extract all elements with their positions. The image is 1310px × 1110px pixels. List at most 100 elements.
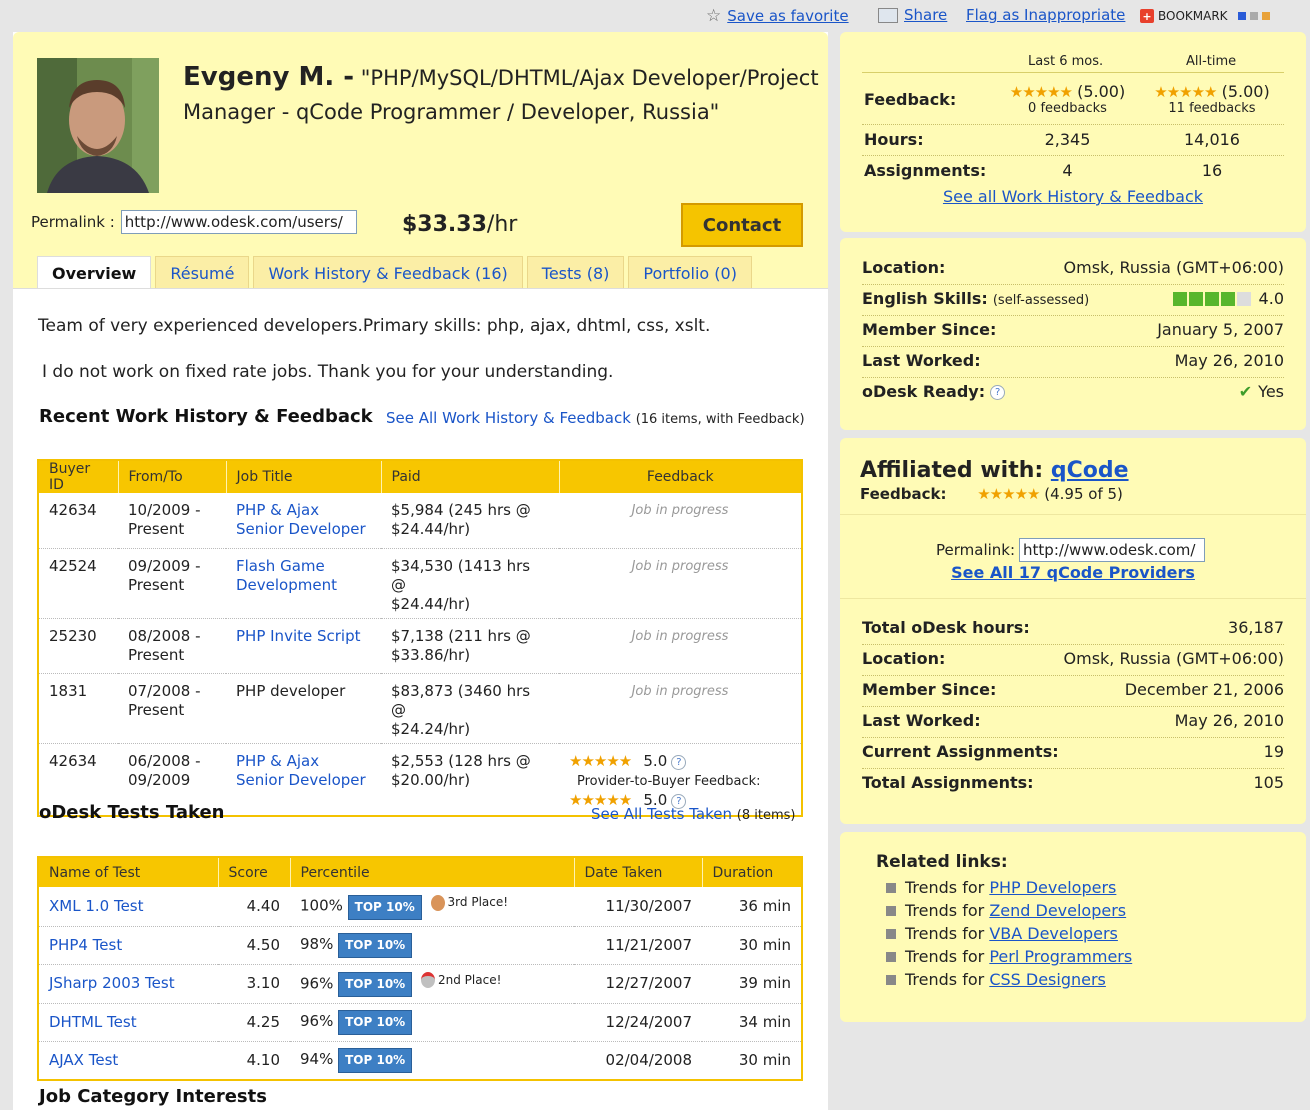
see-all-tests-link[interactable]: See All Tests Taken: [591, 805, 732, 823]
date-to: Present: [128, 700, 185, 719]
paid-rate: $24.24/hr): [391, 719, 471, 738]
share-label[interactable]: Share: [904, 6, 947, 24]
list-item: Trends for Zend Developers: [886, 899, 1132, 922]
assignments-last6: 4: [1062, 161, 1073, 180]
buyer-id: 42634: [38, 493, 118, 549]
bookmark-icon: +: [1140, 9, 1154, 23]
test-name-link[interactable]: PHP4 Test: [49, 936, 122, 954]
feedback-label: Feedback:: [864, 90, 957, 109]
table-row: 25230 08/2008 - Present PHP Invite Script…: [38, 618, 802, 674]
digg-icon[interactable]: [1249, 12, 1258, 20]
test-name-link[interactable]: DHTML Test: [49, 1013, 137, 1031]
test-name-link[interactable]: XML 1.0 Test: [49, 897, 144, 915]
bookmark-widget[interactable]: + BOOKMARK: [1140, 6, 1270, 26]
see-all-providers-link[interactable]: See All 17 qCode Providers: [951, 563, 1195, 582]
star-rating-icon: ★★★★★: [977, 485, 1040, 503]
col-alltime: All-time: [1186, 54, 1237, 69]
date-to: Present: [128, 575, 185, 594]
test-duration: 39 min: [702, 964, 802, 1004]
delicious-icon[interactable]: [1237, 12, 1246, 20]
info-english: English Skills: (self-assessed) 4.0: [862, 289, 1284, 308]
feedback-score: 5.0: [643, 751, 668, 770]
help-icon[interactable]: ?: [671, 754, 687, 770]
table-row: XML 1.0 Test 4.40 100% TOP 10% 3rd Place…: [38, 887, 802, 927]
info-value: 19: [1263, 742, 1284, 761]
checkmark-icon: ✔: [1238, 382, 1253, 401]
info-value: 105: [1253, 773, 1284, 792]
related-link[interactable]: VBA Developers: [989, 924, 1118, 943]
share-link[interactable]: Share: [878, 6, 947, 24]
work-history-link-wrap: See All Work History & Feedback (16 item…: [386, 409, 805, 427]
list-item: Trends for PHP Developers: [886, 876, 1132, 899]
divider: [862, 768, 1284, 769]
affiliate-company-link[interactable]: qCode: [1051, 458, 1129, 483]
related-link[interactable]: CSS Designers: [989, 970, 1106, 989]
list-item: Trends for VBA Developers: [886, 922, 1132, 945]
related-prefix: Trends for: [905, 924, 985, 943]
see-all-work-history-link[interactable]: See all Work History & Feedback: [943, 187, 1203, 206]
paid-line: $5,984 (245 hrs @: [391, 501, 531, 519]
aff-total-hours: Total oDesk hours: 36,187: [862, 618, 1284, 637]
affiliate-feedback-score: (4.95 of 5): [1044, 485, 1123, 503]
feedback-status: Job in progress: [559, 673, 802, 744]
date-from: 08/2008 -: [128, 626, 201, 645]
related-link[interactable]: Perl Programmers: [989, 947, 1132, 966]
related-link[interactable]: Zend Developers: [989, 901, 1126, 920]
aff-location: Location: Omsk, Russia (GMT+06:00): [862, 649, 1284, 668]
top10-badge: TOP 10%: [338, 1010, 413, 1035]
help-icon[interactable]: ?: [990, 385, 1006, 400]
date-from: 10/2009 -: [128, 501, 201, 519]
info-label: Member Since:: [862, 680, 997, 699]
info-member-since: Member Since: January 5, 2007: [862, 320, 1284, 339]
tab-overview[interactable]: Overview: [37, 256, 152, 289]
see-all-work-history-link[interactable]: See All Work History & Feedback: [386, 409, 631, 427]
related-list: Trends for PHP Developers Trends for Zen…: [886, 876, 1132, 991]
medal: 2nd Place!: [421, 971, 501, 990]
feedback-count: 0 feedbacks: [1028, 101, 1107, 116]
profile-header: Evgeny M. - "PHP/MySQL/DHTML/Ajax Develo…: [13, 32, 828, 289]
feedback-status: Job in progress: [559, 618, 802, 674]
percentile-value: 98%: [300, 934, 334, 953]
test-duration: 30 min: [738, 1051, 791, 1069]
job-title-link[interactable]: PHP & Ajax Senior Developer: [236, 501, 366, 538]
stumble-icon[interactable]: [1261, 12, 1270, 20]
tab-portfolio[interactable]: Portfolio (0): [628, 256, 752, 289]
table-row: 42634 10/2009 - Present PHP & Ajax Senior…: [38, 493, 802, 549]
date-from: 07/2008 -: [128, 681, 201, 700]
table-header-row: Buyer ID From/To Job Title Paid Feedback: [38, 460, 803, 493]
save-favorite-link[interactable]: ☆ Save as favorite: [706, 6, 849, 26]
paid-amount: $5,984 (245 hrs @ $24.44/hr): [381, 493, 559, 549]
test-name-link[interactable]: JSharp 2003 Test: [49, 974, 175, 992]
contact-button[interactable]: Contact: [681, 203, 803, 247]
percentile-cell: 98% TOP 10%: [290, 926, 574, 965]
job-title-link[interactable]: PHP & Ajax Senior Developer: [236, 752, 366, 789]
paid-rate: $33.86/hr): [391, 645, 471, 664]
top-action-bar: ☆ Save as favorite Share Flag as Inappro…: [0, 0, 1310, 32]
save-favorite-label[interactable]: Save as favorite: [727, 7, 848, 25]
profile-name: Evgeny M. - "PHP/MySQL/DHTML/Ajax Develo…: [183, 60, 823, 129]
feedback-score: (5.00): [1077, 82, 1126, 101]
column-header: From/To: [118, 460, 227, 493]
job-title-link[interactable]: Flash Game Development: [236, 557, 337, 594]
test-score: 4.40: [218, 887, 290, 927]
divider: [840, 514, 1306, 515]
info-location: Location: Omsk, Russia (GMT+06:00): [862, 258, 1284, 277]
related-link[interactable]: PHP Developers: [989, 878, 1116, 897]
star-rating-icon: ★★★★★: [1154, 83, 1217, 101]
bookmark-label[interactable]: BOOKMARK: [1158, 9, 1228, 23]
divider: [862, 377, 1284, 378]
test-score: 4.10: [246, 1051, 280, 1069]
provider-feedback-label: Provider-to-Buyer Feedback:: [577, 773, 761, 789]
permalink-field[interactable]: [120, 210, 357, 234]
medal-label: 2nd Place!: [438, 972, 502, 987]
affiliate-title: Affiliated with: qCode: [860, 458, 1129, 483]
test-name-link[interactable]: AJAX Test: [49, 1051, 118, 1069]
tab-resume[interactable]: Résumé: [155, 256, 250, 289]
tab-divider: [13, 288, 828, 289]
job-title-link[interactable]: PHP Invite Script: [236, 627, 361, 645]
affiliate-permalink-field[interactable]: [1019, 538, 1206, 562]
flag-label[interactable]: Flag as Inappropriate: [966, 6, 1125, 24]
flag-link[interactable]: Flag as Inappropriate: [966, 6, 1125, 24]
tab-tests[interactable]: Tests (8): [526, 256, 625, 289]
tab-work-history[interactable]: Work History & Feedback (16): [253, 256, 523, 289]
